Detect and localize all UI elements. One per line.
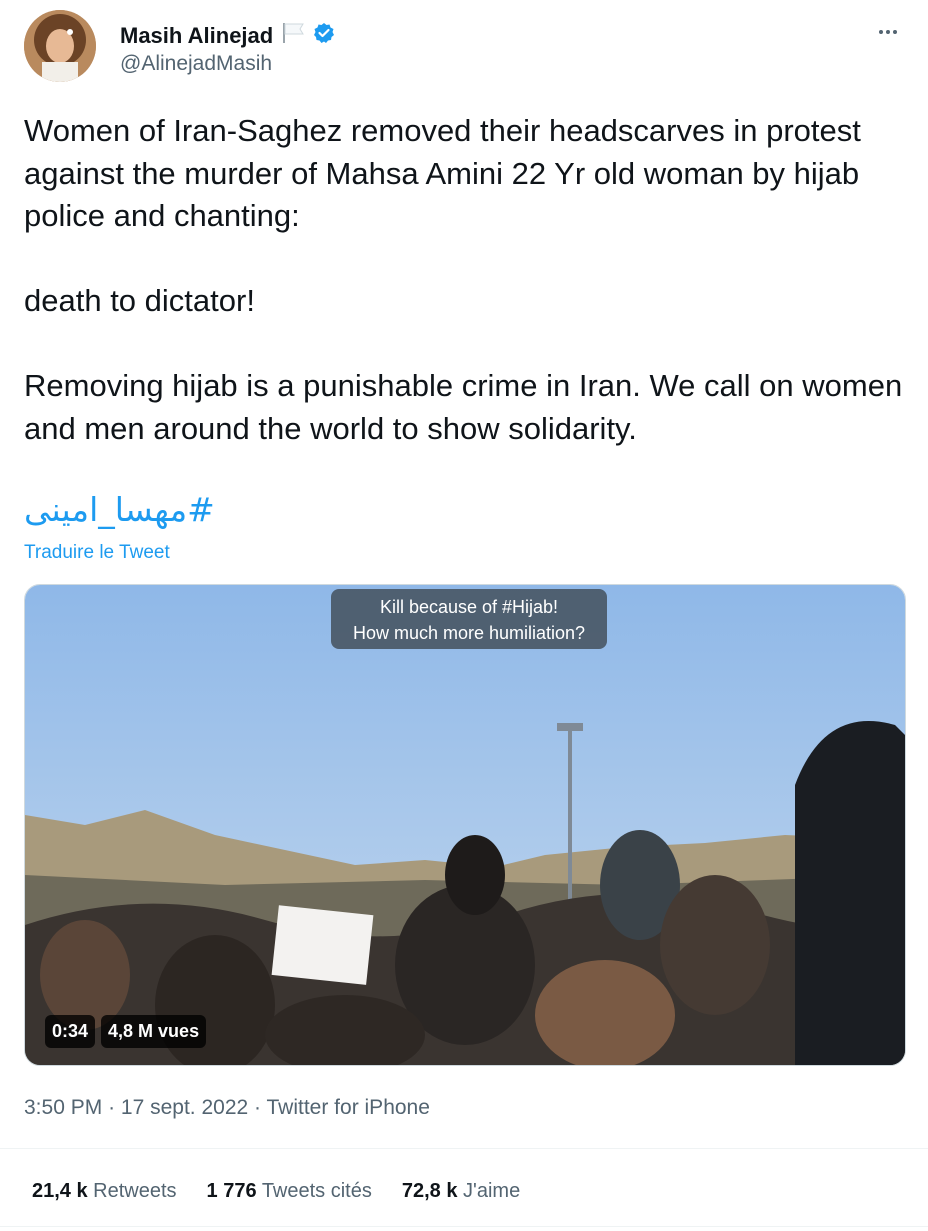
- tweet-paragraph: Removing hijab is a punishable crime in …: [24, 368, 903, 446]
- tweet-date[interactable]: 17 sept. 2022: [121, 1096, 248, 1119]
- retweets-label: Retweets: [93, 1180, 177, 1202]
- more-icon[interactable]: [872, 20, 904, 44]
- separator: ·: [254, 1096, 262, 1119]
- caption-line: How much more humiliation?: [352, 623, 586, 643]
- tweet-paragraph: Women of Iran-Saghez removed their heads…: [24, 113, 861, 233]
- tweet-time[interactable]: 3:50 PM: [24, 1096, 102, 1119]
- video-frame: [25, 585, 905, 1065]
- handle[interactable]: @AlinejadMasih: [120, 52, 272, 76]
- divider: [0, 1226, 928, 1227]
- tweet-header: Masih Alinejad @AlinejadMasih: [24, 10, 904, 90]
- hashtag-link[interactable]: #مهسا_امینی: [24, 490, 215, 529]
- caption-line: Kill because of #Hijab!: [379, 597, 559, 617]
- likes-count: 72,8 k: [401, 1180, 458, 1202]
- quotes-count: 1 776: [206, 1180, 257, 1202]
- flag-icon: [281, 22, 307, 49]
- video-caption: Kill because of #Hijab! How much more hu…: [331, 589, 607, 649]
- video-views-badge: 4,8 M vues: [101, 1015, 207, 1048]
- retweets-count: 21,4 k: [32, 1180, 88, 1202]
- display-name[interactable]: Masih Alinejad: [120, 23, 273, 49]
- translate-link[interactable]: Traduire le Tweet: [24, 542, 170, 564]
- likes-label: J'aime: [463, 1180, 521, 1202]
- separator: ·: [108, 1096, 116, 1119]
- quotes-label: Tweets cités: [261, 1180, 372, 1202]
- likes-stat[interactable]: 72,8 k J'aime: [402, 1180, 520, 1203]
- avatar[interactable]: [24, 10, 96, 82]
- tweet-paragraph: death to dictator!: [24, 283, 255, 318]
- quotes-stat[interactable]: 1 776 Tweets cités: [207, 1180, 372, 1203]
- divider: [0, 1148, 928, 1149]
- video-player[interactable]: Kill because of #Hijab! How much more hu…: [24, 584, 906, 1066]
- tweet-source[interactable]: Twitter for iPhone: [267, 1096, 430, 1119]
- video-duration-badge: 0:34: [45, 1015, 96, 1048]
- verified-icon: [313, 22, 335, 49]
- tweet-meta: 3:50 PM · 17 sept. 2022 · Twitter for iP…: [24, 1096, 430, 1120]
- tweet-stats: 21,4 k Retweets 1 776 Tweets cités 72,8 …: [32, 1180, 550, 1203]
- retweets-stat[interactable]: 21,4 k Retweets: [32, 1180, 177, 1203]
- tweet-text: Women of Iran-Saghez removed their heads…: [24, 110, 904, 450]
